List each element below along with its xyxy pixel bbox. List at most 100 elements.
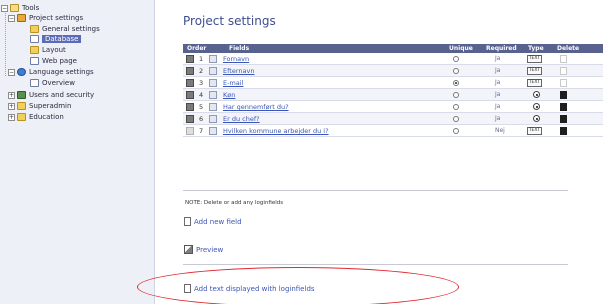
tree-item-label: Web page bbox=[42, 57, 77, 65]
tree-item-label: Layout bbox=[42, 46, 66, 54]
move-arrow-icon[interactable] bbox=[186, 79, 194, 87]
move-arrow-icon[interactable] bbox=[186, 67, 194, 75]
add-field-link[interactable]: Add new field bbox=[184, 217, 242, 226]
row-number: 6 bbox=[199, 115, 204, 123]
header-required: Required bbox=[486, 45, 517, 52]
unique-radio[interactable] bbox=[453, 80, 459, 86]
required-value[interactable]: Ja bbox=[495, 55, 500, 62]
tree-item-users-and-security[interactable]: + Users and security bbox=[8, 90, 94, 100]
note-text: NOTE: Delete or add any loginfields bbox=[185, 200, 284, 206]
header-delete: Delete bbox=[557, 45, 580, 52]
header-order: Order bbox=[187, 45, 207, 52]
type-radio-icon[interactable] bbox=[533, 103, 540, 110]
folder-icon bbox=[30, 25, 39, 33]
page-icon bbox=[30, 57, 39, 65]
trash-icon[interactable] bbox=[560, 115, 567, 123]
tree-item-language-settings[interactable]: − Language settings bbox=[8, 67, 94, 77]
preview-label: Preview bbox=[196, 245, 224, 254]
unique-radio[interactable] bbox=[453, 104, 459, 110]
tree-item-label: Overview bbox=[42, 79, 75, 87]
type-radio-icon[interactable] bbox=[533, 115, 540, 122]
row-checkbox[interactable] bbox=[209, 103, 217, 111]
preview-link[interactable]: Preview bbox=[184, 245, 223, 254]
unique-radio[interactable] bbox=[453, 56, 459, 62]
required-value[interactable]: Ja bbox=[495, 67, 500, 74]
row-checkbox[interactable] bbox=[209, 91, 217, 99]
globe-icon bbox=[17, 68, 26, 76]
tree-item-education[interactable]: + Education bbox=[8, 112, 64, 122]
table-row: 3 E-mail Ja TEXT bbox=[183, 77, 603, 89]
tree-item-label: Superadmin bbox=[29, 102, 72, 110]
move-arrow-icon[interactable] bbox=[186, 115, 194, 123]
row-checkbox[interactable] bbox=[209, 115, 217, 123]
field-name-link[interactable]: Hvilken kommune arbejder du i? bbox=[223, 127, 329, 135]
move-arrow-icon[interactable] bbox=[186, 55, 194, 63]
tree-item-web-page[interactable]: Web page bbox=[30, 56, 77, 66]
required-value[interactable]: Ja bbox=[495, 91, 500, 98]
field-name-link[interactable]: Efternavn bbox=[223, 67, 254, 75]
table-row: 5 Har gennemført du? Ja bbox=[183, 101, 603, 113]
tree-item-project-settings[interactable]: − Project settings bbox=[8, 13, 83, 23]
type-field[interactable]: TEXT bbox=[527, 55, 542, 63]
table-header: Order Fields Unique Required Type Delete bbox=[183, 44, 603, 53]
expand-icon[interactable]: + bbox=[8, 102, 15, 110]
table-body: 1 Fornavn Ja TEXT 2 Efternavn Ja TEXT 3 … bbox=[183, 53, 603, 137]
row-checkbox[interactable] bbox=[209, 79, 217, 87]
type-field[interactable]: TEXT bbox=[527, 127, 542, 135]
unique-radio[interactable] bbox=[453, 116, 459, 122]
field-name-link[interactable]: Har gennemført du? bbox=[223, 103, 289, 111]
divider bbox=[183, 264, 568, 265]
header-unique: Unique bbox=[449, 45, 473, 52]
header-type: Type bbox=[528, 45, 544, 52]
required-value[interactable]: Ja bbox=[495, 115, 500, 122]
trash-icon[interactable] bbox=[560, 55, 567, 63]
type-radio-icon[interactable] bbox=[533, 91, 540, 98]
trash-icon[interactable] bbox=[560, 79, 567, 87]
unique-radio[interactable] bbox=[453, 128, 459, 134]
move-arrow-icon[interactable] bbox=[186, 103, 194, 111]
move-arrow-icon[interactable] bbox=[186, 91, 194, 99]
table-row: 1 Fornavn Ja TEXT bbox=[183, 53, 603, 65]
tree-item-layout[interactable]: Layout bbox=[30, 45, 66, 55]
collapse-icon[interactable]: − bbox=[1, 4, 8, 12]
divider bbox=[183, 190, 568, 191]
collapse-icon[interactable]: − bbox=[8, 68, 15, 76]
row-number: 2 bbox=[199, 67, 204, 75]
required-value[interactable]: Ja bbox=[495, 79, 500, 86]
folder-icon bbox=[17, 102, 26, 110]
trash-icon[interactable] bbox=[560, 91, 567, 99]
move-arrow-icon[interactable] bbox=[186, 127, 194, 135]
field-name-link[interactable]: Fornavn bbox=[223, 55, 249, 63]
expand-icon[interactable]: + bbox=[8, 113, 15, 121]
required-value[interactable]: Ja bbox=[495, 103, 500, 110]
fields-table: Order Fields Unique Required Type Delete… bbox=[183, 44, 603, 137]
tree-item-database[interactable]: Database bbox=[30, 34, 82, 44]
field-name-link[interactable]: E-mail bbox=[223, 79, 243, 87]
trash-icon[interactable] bbox=[560, 67, 567, 75]
type-field[interactable]: TEXT bbox=[527, 79, 542, 87]
page-icon bbox=[30, 79, 39, 87]
field-name-link[interactable]: Er du chef? bbox=[223, 115, 260, 123]
tree-item-tools[interactable]: − Tools bbox=[1, 3, 39, 13]
unique-radio[interactable] bbox=[453, 92, 459, 98]
row-checkbox[interactable] bbox=[209, 127, 217, 135]
trash-icon[interactable] bbox=[560, 103, 567, 111]
expand-icon[interactable]: + bbox=[8, 91, 15, 99]
tree-item-label: Tools bbox=[22, 4, 40, 12]
table-row: 4 Køn Ja bbox=[183, 89, 603, 101]
row-checkbox[interactable] bbox=[209, 55, 217, 63]
field-name-link[interactable]: Køn bbox=[223, 91, 235, 99]
folder-open-icon bbox=[10, 4, 19, 12]
tree-item-label: Users and security bbox=[29, 91, 95, 99]
tree-item-overview[interactable]: Overview bbox=[30, 78, 75, 88]
tree-item-superadmin[interactable]: + Superadmin bbox=[8, 101, 71, 111]
collapse-icon[interactable]: − bbox=[8, 14, 15, 22]
type-field[interactable]: TEXT bbox=[527, 67, 542, 75]
row-checkbox[interactable] bbox=[209, 67, 217, 75]
row-number: 4 bbox=[199, 91, 204, 99]
unique-radio[interactable] bbox=[453, 68, 459, 74]
tree-item-label: Education bbox=[29, 113, 64, 121]
trash-icon[interactable] bbox=[560, 127, 567, 135]
tree-item-general-settings[interactable]: General settings bbox=[30, 24, 100, 34]
required-value[interactable]: Nej bbox=[495, 127, 505, 134]
